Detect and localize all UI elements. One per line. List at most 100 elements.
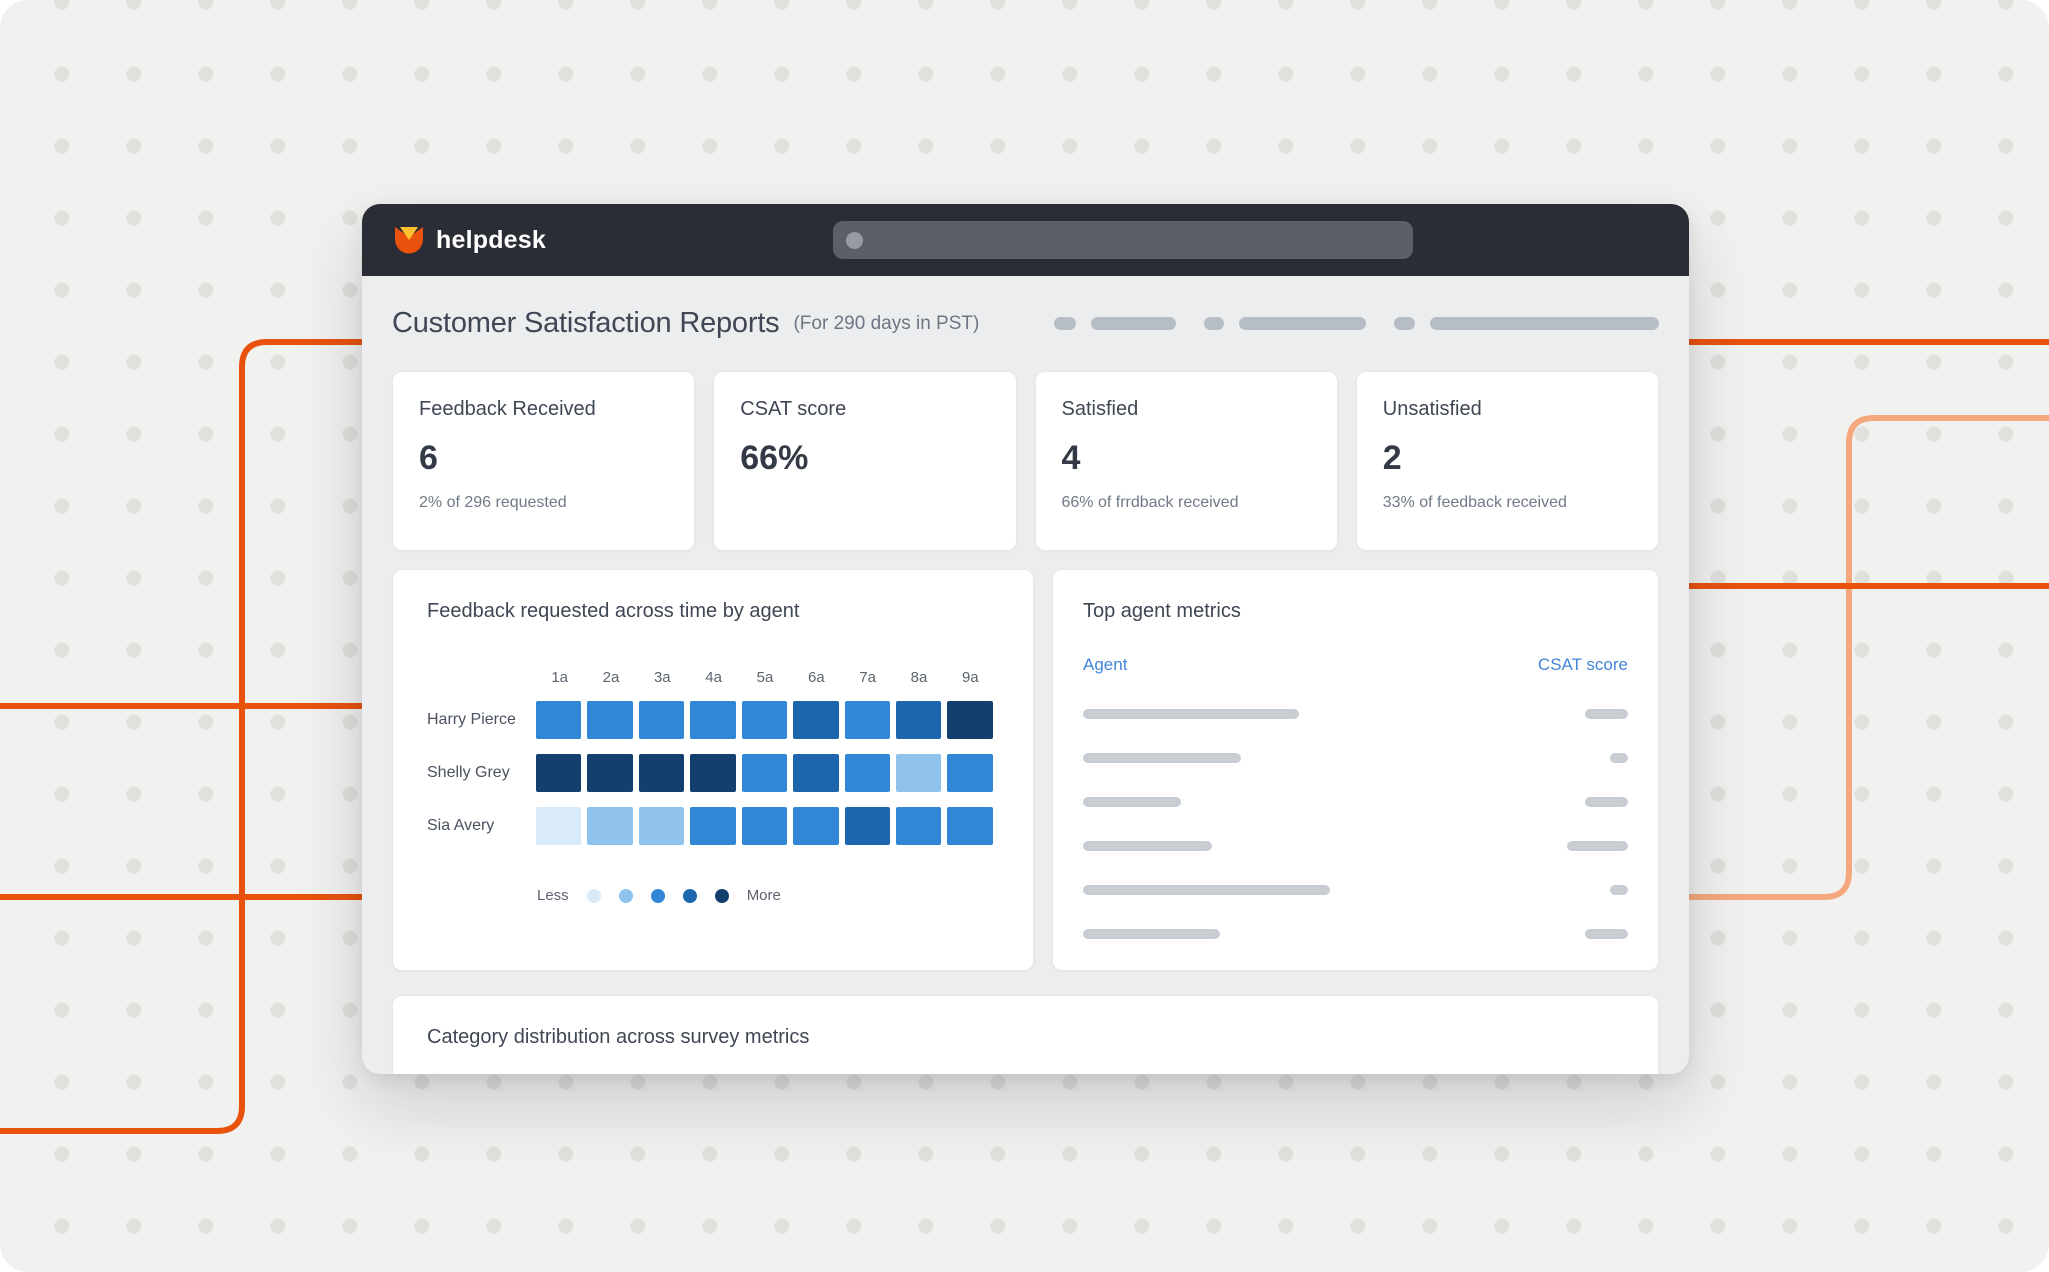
skeleton-pill xyxy=(1054,317,1076,330)
heatmap-row-label: Sia Avery xyxy=(427,817,495,834)
filter-skeleton-group xyxy=(1204,317,1366,330)
csat-score-skeleton-pill xyxy=(1585,709,1628,719)
heatmap-panel: Feedback requested across time by agent … xyxy=(392,569,1034,971)
heatmap-column-label: 3a xyxy=(653,669,671,686)
stat-card-note: 33% of feedback received xyxy=(1382,494,1567,511)
agent-skeleton-row xyxy=(1083,885,1628,895)
skeleton-pill xyxy=(1430,317,1659,330)
heatmap-row-label: Harry Pierce xyxy=(427,711,516,728)
heatmap-row: Harry Pierce xyxy=(427,701,999,739)
heatmap-cell xyxy=(896,701,942,739)
heatmap-panel-title: Feedback requested across time by agent xyxy=(427,600,800,622)
csat-score-skeleton-pill xyxy=(1585,929,1628,939)
legend-dot-icon xyxy=(650,888,665,903)
skeleton-pill xyxy=(1239,317,1366,330)
helpdesk-logo-icon xyxy=(394,226,424,254)
stat-card-value: 6 xyxy=(419,439,438,477)
skeleton-pill xyxy=(1091,317,1176,330)
report-header: Customer Satisfaction Reports (For 290 d… xyxy=(362,276,1689,371)
legend-less-label: Less xyxy=(537,887,569,904)
panels-row: Feedback requested across time by agent … xyxy=(362,569,1689,971)
heatmap-cell xyxy=(587,701,633,739)
heatmap-cell xyxy=(535,754,582,792)
agent-name-skeleton-pill xyxy=(1083,797,1181,807)
legend-dot-icon xyxy=(618,888,633,903)
agent-table-skeleton-rows xyxy=(1083,709,1628,939)
heatmap-cell xyxy=(844,701,891,739)
heatmap-cell xyxy=(690,701,736,739)
agent-name-skeleton-pill xyxy=(1083,885,1330,895)
heatmap-cell xyxy=(793,754,839,792)
heatmap-column-label: 4a xyxy=(705,669,722,686)
heatmap-cell xyxy=(638,754,685,792)
stat-card: Satisfied 4 66% of frrdback received xyxy=(1034,371,1338,551)
heatmap-cell xyxy=(638,807,685,845)
heatmap-column-label: 5a xyxy=(756,669,774,686)
heatmap-column-label: 9a xyxy=(961,669,979,686)
heatmap-cell xyxy=(793,701,839,739)
heatmap-column-label: 8a xyxy=(910,669,928,686)
heatmap-cell xyxy=(741,701,788,739)
marketing-canvas: helpdesk Customer Satisfaction Reports (… xyxy=(0,0,2049,1272)
heatmap-column-labels: 1a 2a 3a 4a 5a 6a 7a 8a 9a xyxy=(537,669,999,686)
heatmap-cell xyxy=(947,807,993,845)
stat-card: Unsatisfied 2 33% of feedback received xyxy=(1355,371,1659,551)
top-agent-metrics-panel: Top agent metrics Agent CSAT score xyxy=(1052,569,1659,971)
heatmap-cell xyxy=(896,807,942,845)
page-subtitle: (For 290 days in PST) xyxy=(793,312,980,334)
legend-dots xyxy=(586,888,729,903)
legend-dot-icon xyxy=(682,888,697,903)
stat-card: CSAT score 66% xyxy=(713,371,1017,551)
heatmap-cell xyxy=(896,754,942,792)
legend-dot-icon xyxy=(586,888,601,903)
agent-column-header[interactable]: Agent xyxy=(1083,655,1127,675)
heatmap-grid: Harry Pierce Shelly Grey Sia Avery xyxy=(427,701,999,845)
stat-card-label: CSAT score xyxy=(740,398,847,420)
heatmap-cell xyxy=(844,807,891,845)
stat-card-label: Satisfied xyxy=(1061,398,1139,420)
heatmap-cell xyxy=(587,754,633,792)
skeleton-pill xyxy=(1204,317,1224,330)
stat-card-value: 66% xyxy=(740,439,809,477)
heatmap-column-label: 6a xyxy=(807,669,825,686)
top-agent-metrics-title: Top agent metrics xyxy=(1083,600,1241,622)
heatmap-cell xyxy=(844,754,891,792)
csat-score-column-header[interactable]: CSAT score xyxy=(1538,655,1628,675)
agent-name-skeleton-pill xyxy=(1083,929,1220,939)
heatmap-column-label: 1a xyxy=(551,669,568,686)
agent-name-skeleton-pill xyxy=(1083,709,1299,719)
header-filter-skeletons xyxy=(1054,317,1659,330)
stat-card: Feedback Received 6 2% of 296 requested xyxy=(392,371,696,551)
heatmap-cell xyxy=(947,701,993,739)
legend-dot-icon xyxy=(714,888,729,903)
agent-skeleton-row xyxy=(1083,841,1628,851)
heatmap-cell xyxy=(535,807,582,845)
stat-card-value: 4 xyxy=(1061,439,1081,477)
heatmap-cell xyxy=(947,754,993,792)
agent-skeleton-row xyxy=(1083,797,1628,807)
heatmap-column-label: 2a xyxy=(602,669,620,686)
csat-score-skeleton-pill xyxy=(1610,753,1628,763)
heatmap-cell xyxy=(638,701,685,739)
category-distribution-title: Category distribution across survey metr… xyxy=(427,1026,810,1048)
stat-card-label: Feedback Received xyxy=(419,398,596,420)
stat-card-label: Unsatisfied xyxy=(1382,398,1482,420)
heatmap-cell xyxy=(741,807,788,845)
heatmap-row: Shelly Grey xyxy=(427,754,999,792)
app-topbar: helpdesk xyxy=(362,204,1689,276)
heatmap-column-label: 7a xyxy=(859,669,876,686)
csat-score-skeleton-pill xyxy=(1567,841,1628,851)
search-input[interactable] xyxy=(833,221,1413,259)
agent-skeleton-row xyxy=(1083,929,1628,939)
csat-score-skeleton-pill xyxy=(1610,885,1628,895)
page-title: Customer Satisfaction Reports xyxy=(392,307,780,339)
app-window: helpdesk Customer Satisfaction Reports (… xyxy=(362,204,1689,1074)
brand-name: helpdesk xyxy=(436,225,546,254)
filter-skeleton-group xyxy=(1054,317,1176,330)
stats-row: Feedback Received 6 2% of 296 requested CSA… xyxy=(362,371,1689,551)
agent-name-skeleton-pill xyxy=(1083,841,1212,851)
stat-card-note: 66% of frrdback received xyxy=(1061,494,1239,511)
agent-table-header: Agent CSAT score xyxy=(1083,655,1628,675)
heatmap-legend: Less More xyxy=(537,887,999,904)
heatmap-cell xyxy=(690,807,736,845)
